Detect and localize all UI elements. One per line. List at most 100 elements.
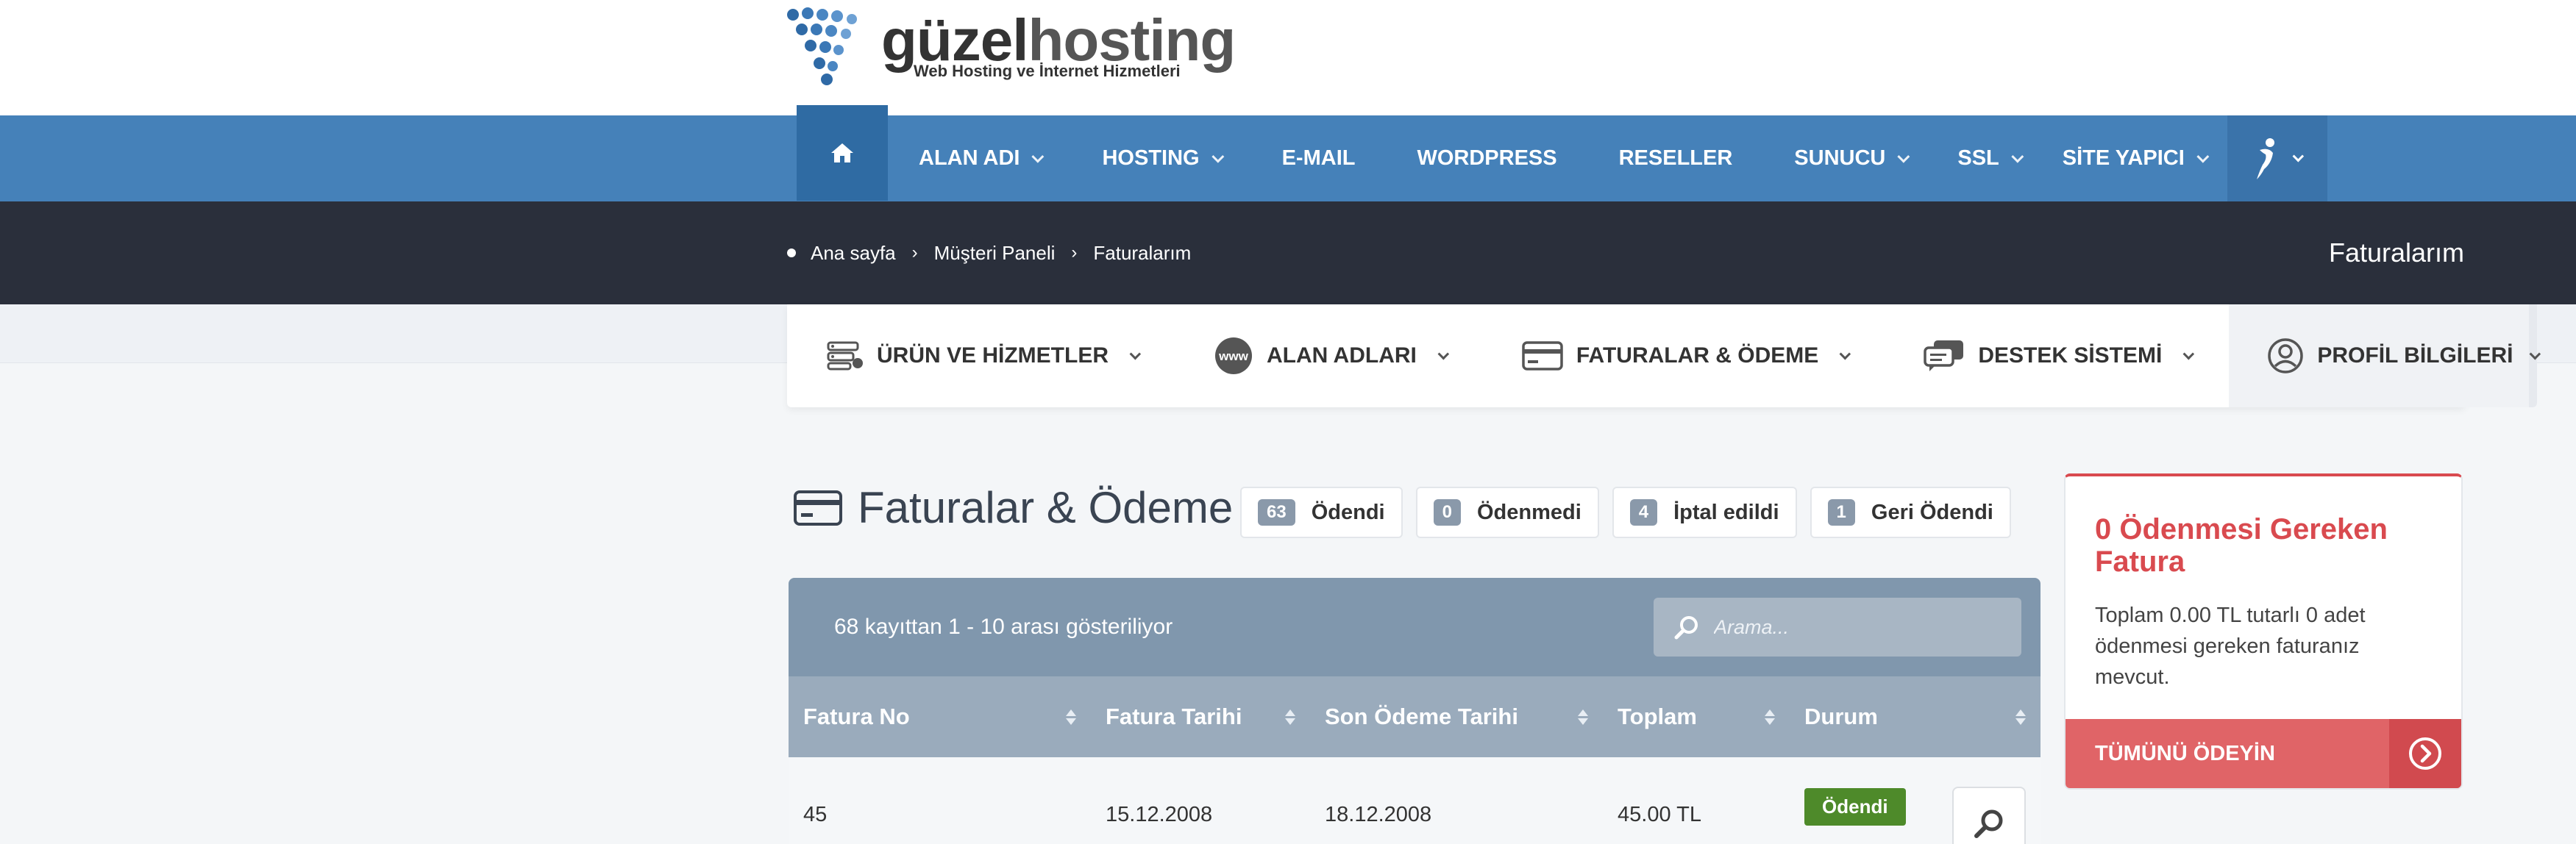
credit-card-icon <box>794 490 842 526</box>
subnav-billing[interactable]: FATURALAR & ÖDEME <box>1484 304 1885 407</box>
chevron-down-icon <box>1437 348 1449 360</box>
chevron-down-icon <box>1129 348 1142 360</box>
nav-item-alan-adi[interactable]: ALAN ADI <box>888 115 1071 201</box>
column-label: Fatura No <box>803 704 910 729</box>
chevron-down-icon <box>2292 150 2305 162</box>
nav-item-label: E-MAIL <box>1281 146 1356 170</box>
column-header-status[interactable]: Durum <box>1790 676 2040 757</box>
chevron-right-icon: › <box>911 243 918 262</box>
svg-text:www: www <box>1218 349 1248 363</box>
nav-item-label: ALAN ADI <box>919 146 1020 170</box>
column-header-invoice-date[interactable]: Fatura Tarihi <box>1091 676 1310 757</box>
user-circle-icon <box>2268 338 2304 373</box>
cell-due-date: 18.12.2008 <box>1325 802 1432 826</box>
invoice-status-filters: 63 Ödendi 0 Ödenmedi 4 İptal edildi 1 Geri Ö… <box>1240 487 2011 538</box>
site-logo[interactable]: güzelhosting Web Hosting ve İnternet Hiz… <box>786 6 1236 87</box>
nav-item-label: RESELLER <box>1618 146 1733 170</box>
nav-item-label: SSL <box>1957 146 1999 170</box>
server-icon <box>827 341 863 371</box>
site-header: güzelhosting Web Hosting ve İnternet Hiz… <box>0 0 2576 115</box>
breadcrumb-home[interactable]: Ana sayfa <box>811 242 896 265</box>
filter-label: İptal edildi <box>1673 500 1779 524</box>
subnav-domains[interactable]: www ALAN ADLARI <box>1175 304 1484 407</box>
subnav-label: ÜRÜN VE HİZMETLER <box>877 343 1109 368</box>
pay-all-label: TÜMÜNÜ ÖDEYİN <box>2095 741 2275 765</box>
sort-icon <box>1578 709 1588 725</box>
main-nav: ALAN ADI HOSTING E-MAIL WORDPRESS RESELL… <box>0 105 2576 201</box>
column-label: Toplam <box>1618 704 1697 729</box>
sort-icon <box>1285 709 1295 725</box>
invoice-table: 68 kayıttan 1 - 10 arası gösteriliyor Fa… <box>789 578 2040 844</box>
column-label: Fatura Tarihi <box>1106 704 1242 729</box>
unpaid-card-text: Toplam 0.00 TL tutarlı 0 adet ödenmesi g… <box>2095 604 2366 689</box>
pay-all-button[interactable]: TÜMÜNÜ ÖDEYİN <box>2066 719 2461 788</box>
filter-label: Ödenmedi <box>1476 500 1581 524</box>
pay-all-arrow <box>2389 719 2461 788</box>
subnav-support[interactable]: DESTEK SİSTEMİ <box>1885 304 2229 407</box>
chevron-down-icon <box>1897 150 1910 163</box>
home-icon <box>831 143 853 162</box>
nav-home-button[interactable] <box>797 105 888 201</box>
filter-paid[interactable]: 63 Ödendi <box>1240 487 1403 538</box>
breadcrumb-page-title: Faturalarım <box>2328 237 2464 268</box>
filter-cancelled[interactable]: 4 İptal edildi <box>1612 487 1797 538</box>
chevron-down-icon <box>2196 150 2210 163</box>
chat-icon <box>1924 340 1964 371</box>
filter-refunded[interactable]: 1 Geri Ödendi <box>1810 487 2011 538</box>
table-toolbar: 68 kayıttan 1 - 10 arası gösteriliyor <box>789 578 2040 676</box>
chevron-down-icon <box>2182 348 2195 360</box>
records-info: 68 kayıttan 1 - 10 arası gösteriliyor <box>834 615 1173 639</box>
column-header-due-date[interactable]: Son Ödeme Tarihi <box>1310 676 1603 757</box>
bullet-icon <box>787 248 796 257</box>
chevron-right-icon: › <box>1071 243 1078 262</box>
cell-total: 45.00 TL <box>1618 802 1701 826</box>
nav-item-wordpress[interactable]: WORDPRESS <box>1386 115 1587 201</box>
count-badge: 1 <box>1827 499 1855 526</box>
search-box <box>1654 598 2021 657</box>
chevron-down-icon <box>2011 150 2024 163</box>
unpaid-invoices-card: 0 Ödenmesi Gereken Fatura Toplam 0.00 TL… <box>2064 473 2463 790</box>
cell-invoice-date: 15.12.2008 <box>1106 802 1213 826</box>
subnav-label: DESTEK SİSTEMİ <box>1978 343 2163 368</box>
nav-item-email[interactable]: E-MAIL <box>1251 115 1387 201</box>
count-badge: 4 <box>1629 499 1658 526</box>
filter-label: Geri Ödendi <box>1871 500 1993 524</box>
filter-unpaid[interactable]: 0 Ödenmedi <box>1415 487 1599 538</box>
chevron-down-icon <box>1211 150 1224 163</box>
count-badge: 0 <box>1433 499 1461 526</box>
subnav-label: ALAN ADLARI <box>1267 343 1417 368</box>
breadcrumb: Ana sayfa › Müşteri Paneli › Faturalarım <box>787 201 1191 304</box>
status-badge: Ödendi <box>1804 788 1906 826</box>
nav-user-menu[interactable] <box>2227 115 2327 201</box>
column-header-invoice-no[interactable]: Fatura No <box>789 676 1091 757</box>
search-icon <box>1674 616 1698 640</box>
column-header-total[interactable]: Toplam <box>1603 676 1790 757</box>
nav-item-ssl[interactable]: SSL <box>1937 115 2040 201</box>
table-row[interactable]: 45 15.12.2008 18.12.2008 45.00 TL Ödendi <box>789 757 2040 844</box>
nav-item-sunucu[interactable]: SUNUCU <box>1763 115 1937 201</box>
view-invoice-button[interactable] <box>1952 787 2026 844</box>
client-panel-nav: ÜRÜN VE HİZMETLER www ALAN ADLARI FATURA… <box>787 304 2541 407</box>
column-label: Durum <box>1804 704 1878 729</box>
subnav-profile[interactable]: PROFİL BİLGİLERİ <box>2229 304 2530 407</box>
nav-item-label: HOSTING <box>1102 146 1200 170</box>
subnav-label: FATURALAR & ÖDEME <box>1576 343 1819 368</box>
breadcrumb-bar: Ana sayfa › Müşteri Paneli › Faturalarım… <box>0 201 2576 304</box>
nav-item-site-yapici[interactable]: SİTE YAPICI <box>2040 115 2227 201</box>
nav-item-hosting[interactable]: HOSTING <box>1071 115 1250 201</box>
profile-dropdown-toggle[interactable] <box>2529 304 2541 407</box>
nav-item-label: SİTE YAPICI <box>2062 146 2185 170</box>
breadcrumb-client-panel[interactable]: Müşteri Paneli <box>934 242 1056 265</box>
search-icon <box>1974 809 2003 838</box>
sort-icon <box>1066 709 1076 725</box>
nav-item-reseller[interactable]: RESELLER <box>1588 115 1764 201</box>
logo-subtitle: Web Hosting ve İnternet Hizmetleri <box>914 62 1181 80</box>
logo-dots-icon <box>787 7 857 85</box>
column-label: Son Ödeme Tarihi <box>1325 704 1518 729</box>
search-input[interactable] <box>1714 615 2008 639</box>
subnav-products[interactable]: ÜRÜN VE HİZMETLER <box>787 304 1175 407</box>
subnav-label: PROFİL BİLGİLERİ <box>2317 343 2513 368</box>
chevron-circle-right-icon <box>2409 737 2441 770</box>
sort-icon <box>2015 709 2026 725</box>
count-badge: 63 <box>1258 499 1295 526</box>
